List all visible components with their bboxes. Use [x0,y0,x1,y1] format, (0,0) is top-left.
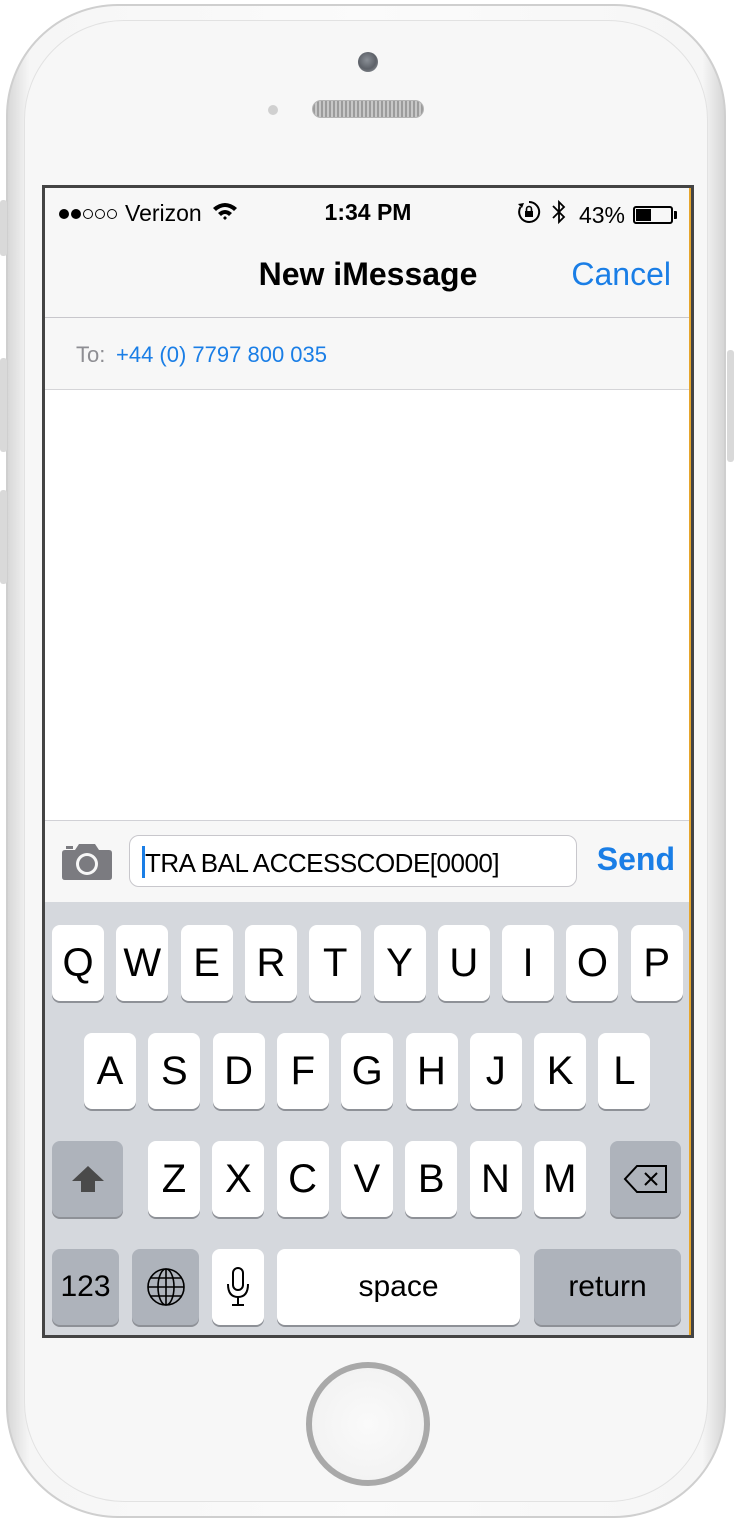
microphone-key[interactable] [212,1249,264,1325]
cancel-button[interactable]: Cancel [571,256,671,293]
battery-icon [633,206,673,224]
message-area [45,390,691,820]
space-key[interactable]: space [277,1249,520,1325]
globe-icon [146,1268,185,1306]
status-bar: Verizon 1:34 PM 43% [45,188,691,234]
key-a[interactable]: A [84,1033,136,1109]
microphone-icon [227,1267,249,1306]
shift-icon [71,1166,104,1192]
compose-bar: TRA BAL ACCESSCODE[0000] Send [45,820,691,902]
battery-percent: 43% [578,201,625,228]
return-key[interactable]: return [534,1249,681,1325]
recipient-value[interactable]: +44 (0) 7797 800 035 [116,342,327,368]
key-o[interactable]: O [566,925,619,1001]
recipient-field[interactable]: To: +44 (0) 7797 800 035 [45,318,691,390]
key-s[interactable]: S [148,1033,201,1109]
key-b[interactable]: B [405,1141,458,1217]
battery-tip [674,211,677,219]
key-e[interactable]: E [180,925,233,1001]
navigation-bar: New iMessage Cancel [45,234,691,318]
key-p[interactable]: P [630,925,683,1001]
keyboard: QWERTYUIOP ASDFGHJKL ZXCVBNM 123 space r… [45,902,691,1335]
numbers-key[interactable]: 123 [52,1249,119,1325]
volume-up-button [0,358,7,452]
message-text: TRA BAL ACCESSCODE[0000] [145,848,500,878]
key-u[interactable]: U [437,925,490,1001]
send-button[interactable]: Send [597,841,675,878]
key-c[interactable]: C [276,1141,329,1217]
camera-button[interactable] [61,841,113,881]
key-j[interactable]: J [469,1033,522,1109]
key-v[interactable]: V [340,1141,393,1217]
power-button [727,350,734,462]
key-x[interactable]: X [212,1141,265,1217]
volume-down-button [0,490,7,584]
proximity-sensor [268,105,278,115]
backspace-icon [623,1165,667,1193]
key-w[interactable]: W [116,925,169,1001]
key-k[interactable]: K [534,1033,587,1109]
key-m[interactable]: M [533,1141,586,1217]
battery-fill [636,209,651,221]
mute-switch [0,200,7,256]
key-d[interactable]: D [212,1033,265,1109]
key-g[interactable]: G [341,1033,394,1109]
bluetooth-icon [551,199,567,231]
front-camera [358,52,378,72]
screen: Verizon 1:34 PM 43% New iMessage Cancel … [42,185,694,1338]
status-right: 43% [517,199,677,231]
key-z[interactable]: Z [148,1141,200,1217]
backspace-key[interactable] [610,1141,681,1217]
home-button[interactable] [306,1362,430,1486]
camera-icon [62,844,112,880]
key-h[interactable]: H [405,1033,458,1109]
orientation-lock-icon [517,200,541,230]
key-l[interactable]: L [598,1033,651,1109]
key-t[interactable]: T [309,925,362,1001]
key-q[interactable]: Q [52,925,104,1001]
recipient-label: To: [76,342,106,367]
key-n[interactable]: N [469,1141,522,1217]
key-f[interactable]: F [276,1033,329,1109]
key-y[interactable]: Y [373,925,426,1001]
message-input[interactable]: TRA BAL ACCESSCODE[0000] [129,835,577,887]
globe-key[interactable] [132,1249,199,1325]
earpiece-speaker [312,100,424,118]
shift-key[interactable] [52,1141,123,1217]
key-r[interactable]: R [244,925,297,1001]
key-i[interactable]: I [502,925,555,1001]
